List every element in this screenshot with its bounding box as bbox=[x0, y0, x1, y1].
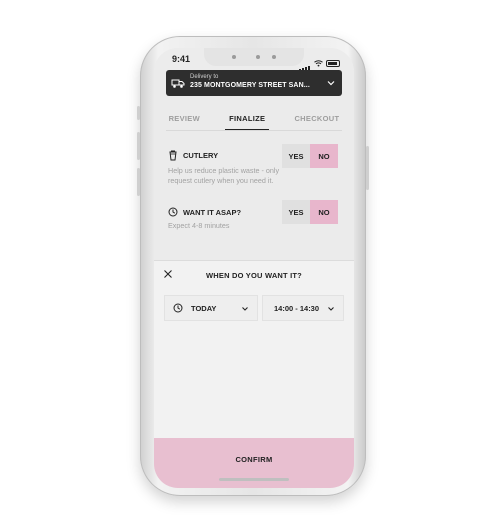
asap-toggle: YES NO bbox=[282, 200, 338, 224]
volume-up-button bbox=[137, 132, 140, 160]
power-button bbox=[366, 146, 369, 190]
sensor-dot bbox=[272, 55, 276, 59]
cutlery-no-button[interactable]: NO bbox=[310, 144, 338, 168]
tab-finalize[interactable]: FINALIZE bbox=[225, 110, 270, 130]
mute-switch bbox=[137, 106, 140, 120]
asap-help-text: Expect 4-8 minutes bbox=[168, 221, 230, 230]
tab-divider bbox=[166, 130, 342, 131]
time-slot-select[interactable]: 14:00 - 14:30 bbox=[262, 295, 344, 321]
status-bar: 9:41 bbox=[154, 48, 354, 72]
asap-title-row: WANT IT ASAP? bbox=[168, 207, 241, 217]
sheet-title: WHEN DO YOU WANT IT? bbox=[206, 271, 302, 280]
volume-down-button bbox=[137, 168, 140, 196]
cutlery-yes-button[interactable]: YES bbox=[282, 144, 310, 168]
sensor-dot bbox=[232, 55, 236, 59]
asap-yes-button[interactable]: YES bbox=[282, 200, 310, 224]
wifi-icon bbox=[314, 59, 323, 66]
tab-review[interactable]: REVIEW bbox=[165, 110, 204, 130]
asap-title: WANT IT ASAP? bbox=[183, 207, 242, 217]
cutlery-title-row: CUTLERY bbox=[168, 150, 218, 161]
notch bbox=[204, 48, 304, 66]
truck-icon bbox=[171, 79, 185, 88]
sensor-dot bbox=[256, 55, 260, 59]
delivery-address-bar[interactable]: Delivery to 235 MONTGOMERY STREET SAN... bbox=[166, 70, 342, 96]
tab-checkout[interactable]: CHECKOUT bbox=[290, 110, 343, 130]
checkout-tabs: REVIEW FINALIZE CHECKOUT bbox=[154, 110, 354, 130]
time-slot-value: 14:00 - 14:30 bbox=[274, 303, 320, 313]
delivery-address: 235 MONTGOMERY STREET SAN... bbox=[190, 82, 310, 89]
phone-screen: 9:41 Delivery to 235 MONTGOMERY STREET S… bbox=[154, 48, 354, 488]
chevron-down-icon bbox=[328, 307, 334, 311]
cutlery-help-text: Help us reduce plastic waste - only requ… bbox=[168, 166, 280, 185]
clock-icon bbox=[168, 207, 178, 217]
clock-icon bbox=[173, 303, 183, 313]
battery-icon bbox=[326, 59, 340, 67]
chevron-down-icon[interactable] bbox=[326, 78, 336, 88]
status-time: 9:41 bbox=[172, 54, 191, 64]
delivery-label: Delivery to bbox=[190, 74, 219, 80]
cutlery-title: CUTLERY bbox=[183, 151, 219, 160]
cutlery-toggle: YES NO bbox=[282, 144, 338, 168]
day-select-value: TODAY bbox=[191, 303, 217, 313]
home-indicator bbox=[219, 478, 289, 481]
day-select[interactable]: TODAY bbox=[164, 295, 258, 321]
cup-icon bbox=[169, 150, 177, 161]
chevron-down-icon bbox=[242, 307, 248, 311]
asap-no-button[interactable]: NO bbox=[310, 200, 338, 224]
